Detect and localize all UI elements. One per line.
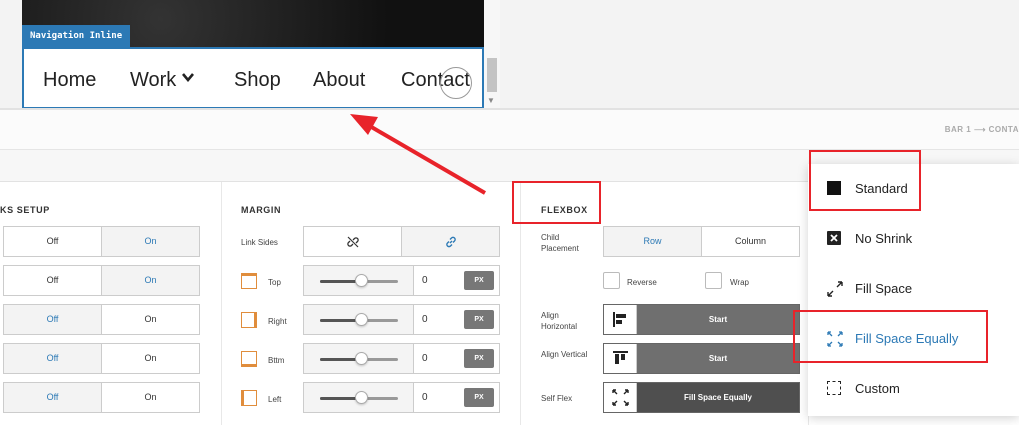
toggle-off-button[interactable]: Off [3,265,102,296]
no-shrink-icon [827,231,841,245]
margin-bottom-icon [241,351,257,367]
slider-handle[interactable] [355,391,368,404]
toggle-off-button[interactable]: Off [3,382,102,413]
align-vertical-label: Align Vertical [541,350,588,359]
margin-value[interactable]: 0 [422,275,428,286]
toggle-off-button[interactable]: Off [3,304,102,335]
align-start-vertical-icon [604,344,637,373]
self-flex-value: Fill Space Equally [683,393,753,402]
unit-badge[interactable]: PX [464,271,494,290]
dropdown-item-label: Custom [855,381,900,396]
wrap-label: Wrap [730,278,749,287]
chevron-down-icon [182,69,194,85]
nav-link-shop[interactable]: Shop [234,69,281,92]
unit-badge[interactable]: PX [464,310,494,329]
slider-fill [320,397,360,400]
reverse-label: Reverse [627,278,657,287]
margin-top-input[interactable]: 0 PX [414,265,500,296]
margin-left-icon [241,390,257,406]
margin-side-label: Left [268,395,282,404]
annotation-arrow-icon [350,114,487,195]
margin-value[interactable]: 0 [422,353,428,364]
dropdown-item-custom[interactable]: Custom [808,364,1019,414]
margin-top-icon [241,273,257,289]
toggle-off-button[interactable]: Off [3,226,102,257]
divider [221,182,222,425]
link-sides-label: Link Sides [241,238,278,247]
margin-side-label: Top [268,278,281,287]
align-horizontal-value: Start [708,315,728,324]
wrap-checkbox[interactable] [705,272,722,289]
scroll-down-icon[interactable]: ▼ [487,96,495,105]
nav-link-about[interactable]: About [313,69,365,92]
self-flex-select[interactable]: Fill Space Equally [603,382,800,413]
fill-space-equally-icon [604,383,637,412]
slider-fill [320,319,360,322]
toggle-on-button[interactable]: On [101,226,200,257]
unlink-sides-button[interactable] [303,226,402,257]
annotation-box-fill-space-equally [793,310,988,363]
custom-dashed-square-icon [827,381,841,395]
align-horizontal-label: Align Horizontal [541,311,578,331]
align-start-horizontal-icon [604,305,637,334]
toggle-on-button[interactable]: On [101,343,200,374]
breadcrumb-bar: BAR 1 ⟶ CONTA [0,110,1019,150]
link-sides-button[interactable] [401,226,500,257]
self-flex-label: Self Flex [541,394,573,403]
unit-badge[interactable]: PX [464,349,494,368]
nav-link-home[interactable]: Home [43,69,96,92]
margin-side-label: Bttm [268,356,285,365]
slider-fill [320,280,360,283]
margin-right-input[interactable]: 0 PX [414,304,500,335]
margin-left-slider[interactable] [303,382,414,413]
link-icon [445,236,456,248]
margin-right-icon [241,312,257,328]
child-placement-label: Child Placement [541,233,579,253]
slider-handle[interactable] [355,352,368,365]
reverse-checkbox[interactable] [603,272,620,289]
dropdown-item-no-shrink[interactable]: No Shrink [808,214,1019,264]
dropdown-item-label: Fill Space [855,281,913,296]
margin-bottom-slider[interactable] [303,343,414,374]
annotation-box-standard [809,150,921,211]
navigation-bar[interactable]: Home Work Shop About Contact [22,47,484,109]
align-horizontal-select[interactable]: Start [603,304,800,335]
toggle-on-button[interactable]: On [101,304,200,335]
margin-side-label: Right [268,317,287,326]
align-vertical-value: Start [708,354,728,363]
margin-value[interactable]: 0 [422,314,428,325]
margin-bottom-input[interactable]: 0 PX [414,343,500,374]
annotation-box-flexbox [512,181,601,224]
column-direction-button[interactable]: Column [701,226,800,257]
expand-icon [827,281,843,297]
align-vertical-select[interactable]: Start [603,343,800,374]
unit-badge[interactable]: PX [464,388,494,407]
slider-handle[interactable] [355,313,368,326]
element-tag-label: Navigation Inline [22,25,131,47]
links-setup-title: KS SETUP [0,205,50,215]
toggle-off-button[interactable]: Off [3,343,102,374]
scrollbar-thumb[interactable] [487,58,497,92]
dropdown-item-label: No Shrink [855,231,913,246]
nav-link-work[interactable]: Work [130,69,176,92]
preview-scrollbar[interactable]: ▼ [484,0,500,108]
unlink-icon [346,236,359,248]
margin-value[interactable]: 0 [422,392,428,403]
toggle-on-button[interactable]: On [101,382,200,413]
margin-top-slider[interactable] [303,265,414,296]
slider-handle[interactable] [355,274,368,287]
cursor-circle-icon [440,67,472,99]
row-direction-button[interactable]: Row [603,226,702,257]
toggle-on-button[interactable]: On [101,265,200,296]
slider-fill [320,358,360,361]
dropdown-item-fill-space[interactable]: Fill Space [808,264,1019,314]
breadcrumb[interactable]: BAR 1 ⟶ CONTA [945,125,1019,134]
margin-left-input[interactable]: 0 PX [414,382,500,413]
margin-right-slider[interactable] [303,304,414,335]
margin-title: MARGIN [241,205,282,215]
